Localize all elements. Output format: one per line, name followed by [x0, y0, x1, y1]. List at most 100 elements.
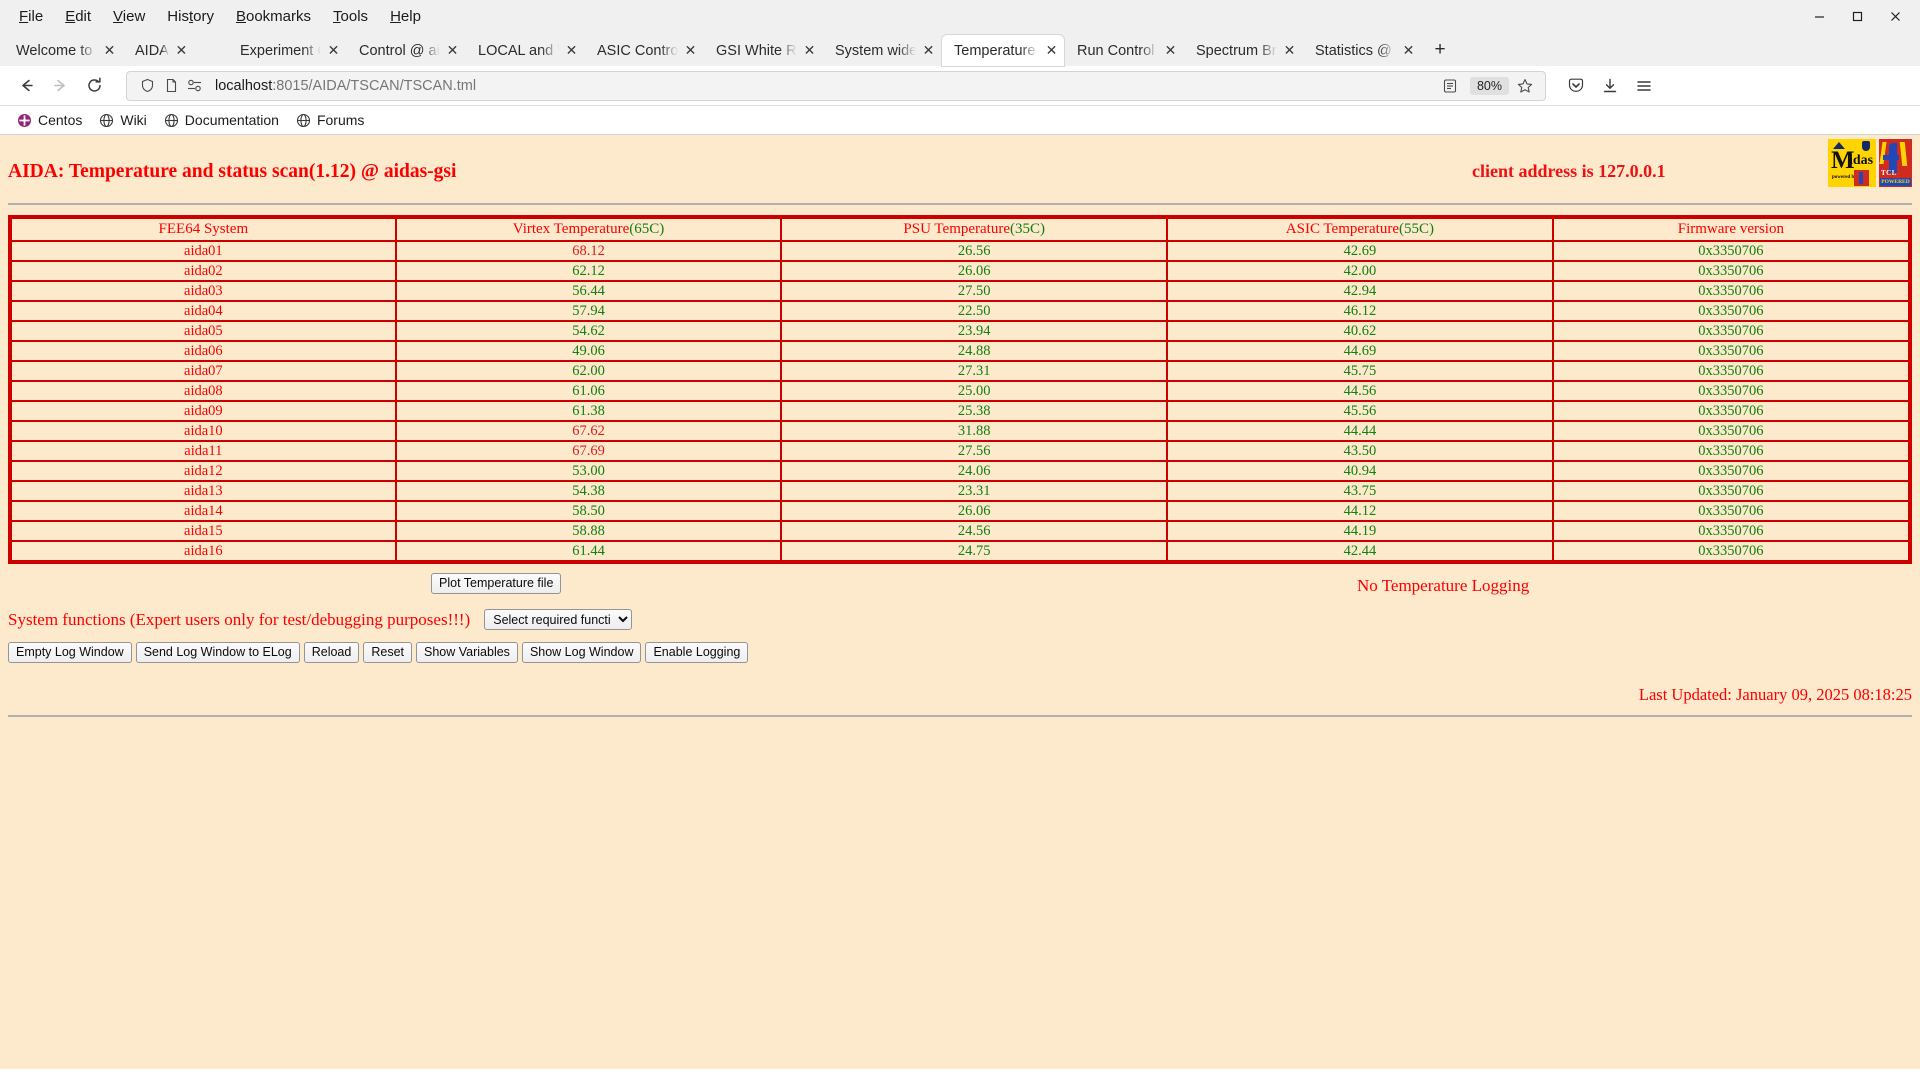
address-bar[interactable]: localhost:8015/AIDA/TSCAN/TSCAN.tml 80% — [126, 70, 1546, 101]
minimize-button[interactable] — [1800, 2, 1838, 30]
button-show-variables[interactable]: Show Variables — [416, 642, 518, 663]
cell-firmware-version: 0x3350706 — [1551, 260, 1912, 282]
tab-close-icon[interactable]: ✕ — [325, 42, 342, 59]
browser-tab[interactable]: ASIC Control @ aid✕ — [585, 35, 703, 66]
header-divider — [8, 203, 1912, 205]
cell-psu-temperature-value: 26.56 — [957, 243, 991, 259]
menu-edit[interactable]: Edit — [54, 4, 102, 29]
cell-asic-temperature: 42.44 — [1166, 540, 1554, 563]
bookmarks-bar: Centos Wiki Documentation Forums — [0, 106, 1920, 135]
tab-close-icon[interactable]: ✕ — [1281, 42, 1298, 59]
maximize-button[interactable] — [1838, 2, 1876, 30]
menu-file[interactable]: File — [8, 4, 54, 29]
tab-close-icon[interactable]: ✕ — [1400, 42, 1417, 59]
system-functions-row: System functions (Expert users only for … — [0, 609, 1920, 630]
client-address: client address is 127.0.0.1 — [1472, 161, 1666, 181]
cell-system-value: aida11 — [184, 443, 223, 459]
zoom-level-badge[interactable]: 80% — [1469, 76, 1509, 95]
tab-close-icon[interactable]: ✕ — [563, 42, 580, 59]
cell-system: aida14 — [9, 500, 397, 522]
cell-firmware-version-value: 0x3350706 — [1698, 523, 1764, 539]
bookmark-item[interactable]: Centos — [8, 109, 90, 132]
app-menu-icon[interactable] — [1628, 71, 1660, 101]
browser-tab[interactable]: LOCAL and Wavefo✕ — [466, 35, 584, 66]
bookmark-item[interactable]: Wiki — [90, 109, 154, 132]
cell-asic-temperature-value: 40.94 — [1343, 463, 1377, 479]
cell-asic-temperature-value: 44.69 — [1343, 343, 1377, 359]
cell-virtex-temperature-value: 67.62 — [572, 423, 605, 439]
tab-close-icon[interactable]: ✕ — [101, 42, 118, 59]
cell-firmware-version-value: 0x3350706 — [1698, 463, 1764, 479]
cell-firmware-version-value: 0x3350706 — [1698, 363, 1764, 379]
downloads-icon[interactable] — [1594, 71, 1626, 101]
cell-firmware-version-value: 0x3350706 — [1698, 543, 1764, 559]
tab-close-icon[interactable]: ✕ — [801, 42, 818, 59]
cell-virtex-temperature-value: 54.38 — [572, 483, 605, 499]
bookmark-star-icon[interactable] — [1515, 76, 1535, 96]
button-reload[interactable]: Reload — [303, 642, 360, 663]
system-functions-select[interactable]: Select required function — [484, 609, 633, 630]
button-send-log-window-to-elog[interactable]: Send Log Window to ELog — [135, 642, 300, 663]
page-info-icon[interactable] — [161, 76, 181, 96]
cell-virtex-temperature: 56.44 — [394, 280, 783, 302]
browser-tab[interactable]: AIDA ✕ — [123, 35, 227, 66]
button-empty-log-window[interactable]: Empty Log Window — [8, 642, 132, 663]
tab-close-icon[interactable]: ✕ — [1043, 42, 1060, 59]
menu-help[interactable]: Help — [379, 4, 432, 29]
cell-firmware-version-value: 0x3350706 — [1698, 483, 1764, 499]
permissions-icon[interactable] — [185, 76, 205, 96]
cell-asic-temperature-value: 42.94 — [1343, 283, 1377, 299]
button-show-log-window[interactable]: Show Log Window — [521, 642, 642, 663]
menu-bookmarks[interactable]: Bookmarks — [225, 4, 322, 29]
browser-tab[interactable]: Control @ aidas-gs✕ — [347, 35, 465, 66]
close-window-button[interactable] — [1876, 2, 1914, 30]
browser-tab[interactable]: System wide Chec✕ — [823, 35, 941, 66]
button-reset[interactable]: Reset — [363, 642, 412, 663]
cell-asic-temperature: 42.69 — [1166, 240, 1554, 262]
midas-shield — [1862, 141, 1870, 151]
browser-tab[interactable]: GSI White Rabbit T✕ — [704, 35, 822, 66]
menu-tools[interactable]: Tools — [322, 4, 379, 29]
reload-button[interactable] — [78, 71, 110, 101]
cell-asic-temperature: 44.56 — [1166, 380, 1554, 402]
browser-tab[interactable]: Run Control @ aida✕ — [1065, 35, 1183, 66]
cell-system-value: aida08 — [184, 383, 223, 399]
column-threshold: (35C) — [1010, 221, 1045, 237]
cell-virtex-temperature: 61.44 — [394, 540, 783, 563]
tab-close-icon[interactable]: ✕ — [682, 42, 699, 59]
button-enable-logging[interactable]: Enable Logging — [645, 642, 749, 663]
bookmark-item[interactable]: Forums — [287, 109, 372, 132]
browser-tab[interactable]: Spectrum Browser✕ — [1184, 35, 1302, 66]
cell-psu-temperature-value: 25.00 — [957, 383, 991, 399]
plot-temperature-file-button[interactable]: Plot Temperature file — [431, 573, 562, 594]
tab-close-icon[interactable]: ✕ — [444, 42, 461, 59]
cell-virtex-temperature: 57.94 — [394, 300, 783, 322]
tab-close-icon[interactable]: ✕ — [1162, 42, 1179, 59]
cell-psu-temperature: 27.31 — [780, 360, 1169, 382]
back-button[interactable] — [10, 71, 42, 101]
cell-system: aida04 — [9, 300, 397, 322]
cell-virtex-temperature-value: 61.06 — [572, 383, 605, 399]
reader-view-icon[interactable] — [1440, 76, 1460, 96]
last-updated: Last Updated: January 09, 2025 08:18:25 — [1638, 685, 1912, 704]
tab-close-icon[interactable]: ✕ — [920, 42, 937, 59]
browser-tab[interactable]: Experiment Contro✕ — [228, 35, 346, 66]
cell-firmware-version: 0x3350706 — [1551, 540, 1912, 563]
tab-close-icon[interactable]: ✕ — [173, 42, 190, 59]
menu-view[interactable]: View — [102, 4, 156, 29]
cell-firmware-version: 0x3350706 — [1551, 520, 1912, 542]
column-header: FEE64 System — [9, 216, 397, 242]
browser-tab[interactable]: Statistics @ aidas-✕ — [1303, 35, 1421, 66]
pocket-icon[interactable] — [1560, 71, 1592, 101]
new-tab-button[interactable]: + — [1426, 36, 1454, 64]
cell-system: aida15 — [9, 520, 397, 542]
page-header: AIDA: Temperature and status scan(1.12) … — [0, 135, 1920, 197]
tab-label: Run Control @ aida — [1077, 42, 1158, 59]
bookmark-item[interactable]: Documentation — [155, 109, 287, 132]
browser-tab[interactable]: Temperature and s✕ — [942, 35, 1064, 66]
browser-tab[interactable]: Welcome to CentO✕ — [4, 35, 122, 66]
cell-virtex-temperature-value: 58.88 — [572, 523, 605, 539]
cell-virtex-temperature-value: 62.12 — [572, 263, 605, 279]
cell-firmware-version-value: 0x3350706 — [1698, 263, 1764, 279]
menu-history[interactable]: History — [156, 4, 225, 29]
